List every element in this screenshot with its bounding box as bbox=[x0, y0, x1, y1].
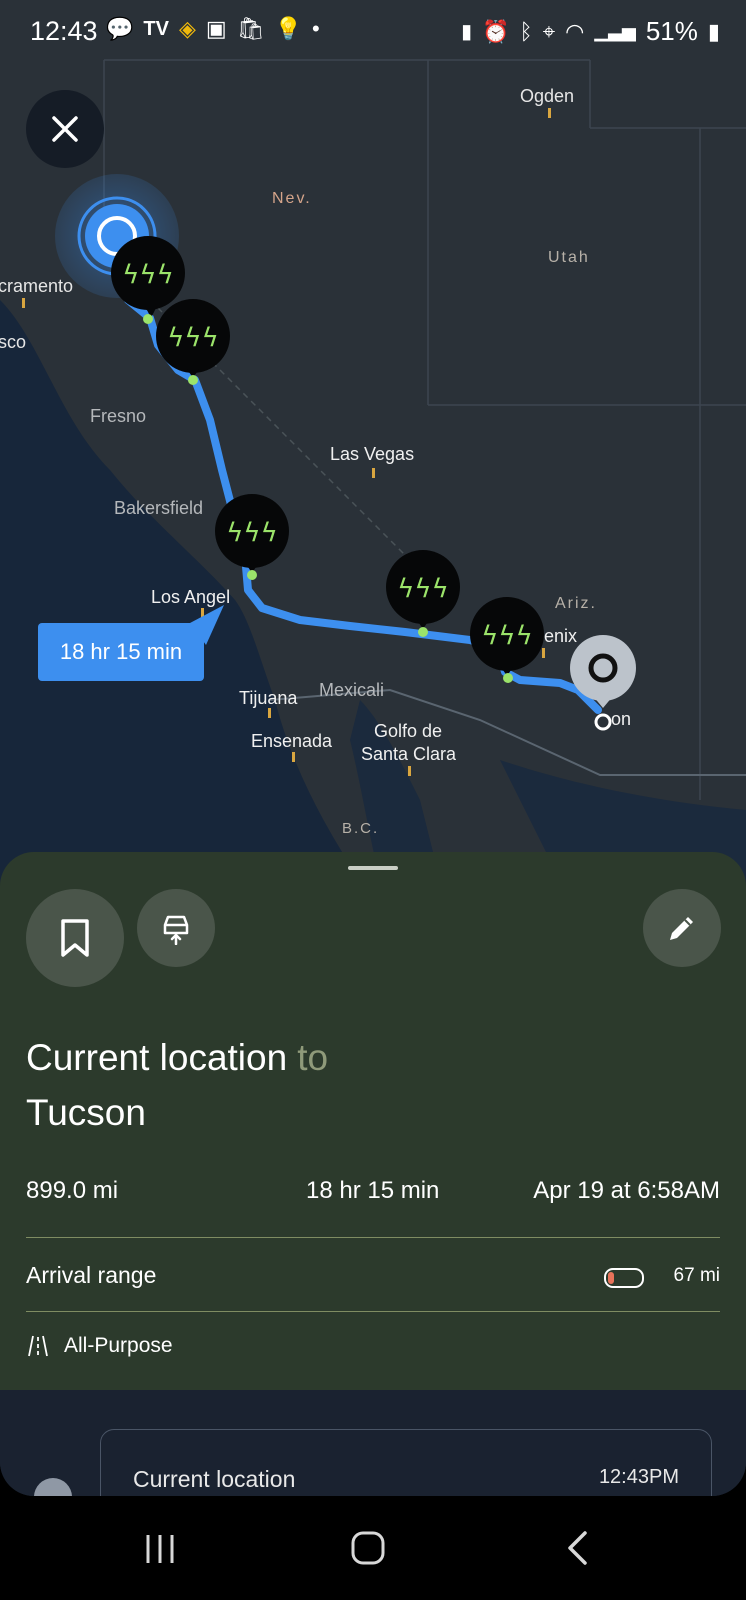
divider bbox=[26, 1237, 720, 1238]
map-label: Las Vegas bbox=[330, 444, 414, 464]
map-label: Los Angel bbox=[151, 587, 230, 607]
map-label: Fresno bbox=[90, 406, 146, 426]
map-label: Ariz. bbox=[555, 595, 597, 612]
bluetooth-icon: ᛒ bbox=[519, 18, 533, 44]
svg-text:ϟϟϟ: ϟϟϟ bbox=[167, 323, 218, 353]
home-icon[interactable] bbox=[350, 1530, 386, 1566]
divider bbox=[26, 1311, 720, 1312]
battery-range-icon bbox=[604, 1268, 644, 1288]
map-label: Santa Clara bbox=[361, 744, 457, 764]
arrival-range-value: 67 mi bbox=[673, 1265, 720, 1286]
map-label: Ogden bbox=[520, 86, 574, 106]
car-share-icon bbox=[163, 915, 189, 945]
recent-apps-icon[interactable] bbox=[143, 1532, 177, 1566]
battery-saver-icon: ▮ bbox=[461, 21, 473, 43]
signal-icon: ▁▃▅ bbox=[594, 21, 636, 41]
battery-icon: ▮ bbox=[707, 18, 720, 44]
edit-route-button[interactable] bbox=[643, 889, 721, 967]
eta-callout-text: 18 hr 15 min bbox=[59, 639, 183, 664]
send-to-vehicle-button[interactable] bbox=[137, 889, 215, 967]
destination-label: Tucson bbox=[26, 1092, 146, 1133]
road-type-label: All-Purpose bbox=[64, 1334, 173, 1357]
map-label: cramento bbox=[0, 276, 73, 296]
road-icon bbox=[28, 1335, 48, 1357]
map[interactable]: ϟϟϟ ϟϟϟ ϟϟϟ ϟϟϟ ϟϟϟ Ogden Nev. Utah cram… bbox=[0, 0, 746, 880]
alarm-icon: ⏰ bbox=[482, 18, 510, 44]
road-type-row[interactable]: All-Purpose bbox=[26, 1322, 720, 1372]
notification-icons: 💬 TV ◈ ▣ 🛍 💡 • bbox=[106, 16, 320, 42]
map-label: Nev. bbox=[272, 190, 312, 207]
svg-text:ϟϟϟ: ϟϟϟ bbox=[226, 518, 277, 548]
chat-icon: 💬 bbox=[106, 16, 134, 41]
arrival-range-row: Arrival range 67 mi bbox=[26, 1250, 720, 1300]
sheet-handle[interactable] bbox=[348, 866, 398, 870]
svg-text:ϟϟϟ: ϟϟϟ bbox=[397, 574, 448, 604]
status-bar: 12:43 💬 TV ◈ ▣ 🛍 💡 • ▮ ⏰ ᛒ ⌖ ◠ ▁▃▅ 51% ▮ bbox=[0, 0, 746, 66]
binance-icon: ◈ bbox=[178, 16, 196, 41]
itinerary-stop-time: 12:43PM bbox=[598, 1466, 679, 1488]
eta-callout: 18 hr 15 min bbox=[38, 605, 224, 681]
gallery-icon: ▣ bbox=[205, 16, 227, 41]
map-label: sco bbox=[0, 332, 26, 352]
save-route-button[interactable] bbox=[26, 889, 124, 987]
distance-value: 899.0 mi bbox=[26, 1177, 119, 1204]
itinerary-stop-label: Current location bbox=[133, 1466, 296, 1492]
wifi-icon: ◠ bbox=[565, 18, 585, 44]
origin-label: Current location bbox=[26, 1037, 288, 1078]
itinerary-card[interactable]: Current location 12:43PM bbox=[100, 1429, 712, 1496]
system-nav-bar bbox=[0, 1496, 746, 1600]
arrival-time-value: Apr 19 at 6:58AM bbox=[533, 1177, 720, 1204]
route-title: Current location to Tucson bbox=[26, 1030, 328, 1140]
pencil-icon bbox=[670, 917, 693, 940]
callout-pointer bbox=[190, 605, 224, 645]
map-label: enix bbox=[544, 626, 577, 646]
shopping-bag-icon: 🛍 bbox=[236, 16, 265, 41]
map-label: Golfo de bbox=[374, 721, 442, 741]
close-button[interactable] bbox=[26, 90, 104, 168]
bookmark-icon bbox=[61, 919, 89, 957]
map-label: Mexicali bbox=[319, 680, 384, 700]
itinerary: Current location 12:43PM bbox=[0, 1390, 746, 1496]
duration-value: 18 hr 15 min bbox=[306, 1177, 440, 1204]
close-icon bbox=[52, 116, 78, 142]
svg-text:ϟϟϟ: ϟϟϟ bbox=[481, 621, 532, 651]
status-time: 12:43 bbox=[30, 16, 98, 46]
screen: ϟϟϟ ϟϟϟ ϟϟϟ ϟϟϟ ϟϟϟ Ogden Nev. Utah cram… bbox=[0, 0, 746, 1496]
status-right: ▮ ⏰ ᛒ ⌖ ◠ ▁▃▅ 51% ▮ bbox=[461, 16, 720, 47]
map-label: Utah bbox=[548, 249, 590, 266]
to-label: to bbox=[297, 1037, 329, 1078]
location-icon: ⌖ bbox=[542, 18, 556, 44]
arrival-range-label: Arrival range bbox=[26, 1262, 157, 1288]
more-dot-icon: • bbox=[312, 16, 320, 41]
tv-icon: TV bbox=[143, 17, 169, 40]
map-label: B.C. bbox=[342, 820, 379, 837]
svg-text:ϟϟϟ: ϟϟϟ bbox=[122, 260, 173, 290]
map-label: Bakersfield bbox=[114, 498, 203, 518]
battery-percent: 51% bbox=[645, 16, 698, 46]
route-sheet: Current location to Tucson 899.0 mi 18 hr… bbox=[0, 852, 746, 1390]
stop-marker-icon bbox=[34, 1478, 72, 1496]
map-label: on bbox=[611, 709, 631, 729]
map-label: Tijuana bbox=[239, 688, 298, 708]
battery-range-fill bbox=[608, 1272, 614, 1284]
back-icon[interactable] bbox=[565, 1530, 591, 1566]
map-label: Ensenada bbox=[251, 731, 333, 751]
lightbulb-icon: 💡 bbox=[274, 16, 303, 41]
